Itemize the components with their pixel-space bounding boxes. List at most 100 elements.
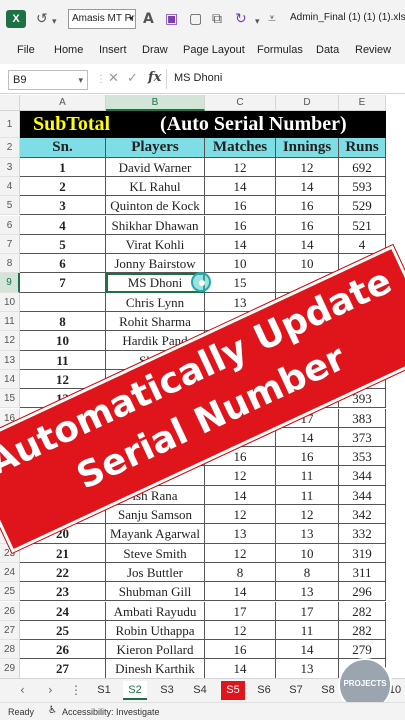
serial-cell[interactable]: 6 bbox=[20, 254, 106, 274]
data-cell[interactable]: Chris Lynn bbox=[106, 292, 205, 312]
row-header[interactable]: 7 bbox=[0, 234, 20, 255]
row-header[interactable]: 24 bbox=[0, 562, 20, 583]
row-header[interactable]: 26 bbox=[0, 601, 20, 621]
tab-page-layout[interactable]: Page Layout bbox=[183, 44, 245, 56]
row-header[interactable]: 13 bbox=[0, 350, 20, 370]
copy-icon[interactable]: ⧉ bbox=[212, 11, 222, 27]
serial-cell[interactable]: 11 bbox=[20, 350, 106, 370]
data-cell[interactable]: 12 bbox=[205, 466, 276, 486]
data-cell[interactable]: 383 bbox=[339, 408, 386, 428]
data-cell[interactable]: 13 bbox=[276, 582, 339, 602]
serial-cell[interactable]: 1 bbox=[20, 157, 106, 177]
sheet-tab-s7[interactable]: S7 bbox=[284, 681, 308, 700]
row-header[interactable]: 4 bbox=[0, 176, 20, 197]
data-cell[interactable]: 8 bbox=[205, 562, 276, 583]
data-cell[interactable]: Virat Kohli bbox=[106, 234, 205, 255]
data-cell[interactable]: 279 bbox=[339, 640, 386, 660]
data-cell[interactable]: 14 bbox=[205, 659, 276, 678]
data-cell[interactable]: 11 bbox=[276, 485, 339, 505]
row-header[interactable]: 12 bbox=[0, 331, 20, 351]
undo-icon[interactable]: ↺ bbox=[36, 11, 48, 27]
data-cell[interactable]: 342 bbox=[339, 505, 386, 525]
row-header[interactable]: 25 bbox=[0, 582, 20, 602]
data-cell[interactable]: Steve Smith bbox=[106, 543, 205, 563]
column-header-e[interactable]: E bbox=[339, 95, 386, 111]
tab-draw[interactable]: Draw bbox=[142, 44, 168, 56]
serial-cell[interactable]: 3 bbox=[20, 196, 106, 216]
serial-cell[interactable]: 5 bbox=[20, 234, 106, 255]
data-cell[interactable]: 16 bbox=[276, 196, 339, 216]
data-cell[interactable]: 353 bbox=[339, 447, 386, 467]
data-cell[interactable]: 13 bbox=[205, 524, 276, 544]
tab-insert[interactable]: Insert bbox=[99, 44, 127, 56]
data-cell[interactable]: 12 bbox=[205, 543, 276, 563]
row-header[interactable]: 9 bbox=[0, 273, 20, 293]
data-cell[interactable]: Jonny Bairstow bbox=[106, 254, 205, 274]
sheet-tab-s4[interactable]: S4 bbox=[188, 681, 212, 700]
data-cell[interactable]: Dinesh Karthik bbox=[106, 659, 205, 678]
sheet-tab-s3[interactable]: S3 bbox=[155, 681, 179, 700]
data-cell[interactable]: 16 bbox=[276, 215, 339, 235]
sheet-tab-s6[interactable]: S6 bbox=[252, 681, 276, 700]
row-header[interactable]: 10 bbox=[0, 292, 20, 312]
data-cell[interactable]: 14 bbox=[205, 234, 276, 255]
serial-cell[interactable]: 10 bbox=[20, 331, 106, 351]
data-cell[interactable]: David Warner bbox=[106, 157, 205, 177]
cancel-icon[interactable]: ✕ bbox=[108, 71, 119, 86]
data-cell[interactable]: 12 bbox=[205, 157, 276, 177]
data-cell[interactable]: 14 bbox=[276, 427, 339, 448]
tab-file[interactable]: File bbox=[17, 44, 35, 56]
row-header[interactable]: 14 bbox=[0, 369, 20, 390]
font-size-icon[interactable]: A bbox=[143, 11, 154, 27]
tab-home[interactable]: Home bbox=[54, 44, 83, 56]
data-cell[interactable]: 344 bbox=[339, 485, 386, 505]
select-all-corner[interactable] bbox=[0, 95, 20, 111]
column-header-c[interactable]: C bbox=[205, 95, 276, 111]
data-cell[interactable]: 12 bbox=[276, 157, 339, 177]
row-header[interactable]: 29 bbox=[0, 659, 20, 678]
tab-formulas[interactable]: Formulas bbox=[257, 44, 303, 56]
data-cell[interactable]: 692 bbox=[339, 157, 386, 177]
data-cell[interactable]: 282 bbox=[339, 620, 386, 641]
sheet-tab-s2[interactable]: S2 bbox=[123, 681, 147, 700]
data-cell[interactable]: 15 bbox=[205, 273, 276, 293]
data-cell[interactable]: 13 bbox=[276, 659, 339, 678]
serial-cell[interactable]: 24 bbox=[20, 601, 106, 621]
data-cell[interactable]: 12 bbox=[276, 505, 339, 525]
data-cell[interactable]: 11 bbox=[276, 620, 339, 641]
data-cell[interactable]: 16 bbox=[205, 640, 276, 660]
data-cell[interactable]: Jos Buttler bbox=[106, 562, 205, 583]
row-header[interactable]: 8 bbox=[0, 254, 20, 274]
data-cell[interactable]: 529 bbox=[339, 196, 386, 216]
data-cell[interactable]: 10 bbox=[205, 254, 276, 274]
serial-cell[interactable]: 2 bbox=[20, 176, 106, 197]
save-icon[interactable]: ▣ bbox=[165, 11, 178, 27]
insert-function-icon[interactable]: fx bbox=[148, 70, 161, 85]
data-cell[interactable]: 16 bbox=[276, 447, 339, 467]
data-cell[interactable]: 344 bbox=[339, 466, 386, 486]
data-cell[interactable]: 311 bbox=[339, 562, 386, 583]
sheet-tab-s5[interactable]: S5 bbox=[221, 681, 245, 700]
row-header[interactable]: 11 bbox=[0, 312, 20, 332]
redo-icon[interactable]: ↻ bbox=[235, 11, 247, 27]
confirm-icon[interactable]: ✓ bbox=[127, 71, 138, 86]
sheet-tab-s8[interactable]: S8 bbox=[316, 681, 340, 700]
serial-cell[interactable]: 7 bbox=[20, 273, 106, 293]
serial-cell[interactable]: 25 bbox=[20, 620, 106, 641]
sheet-title-banner[interactable]: SubTotal (Auto Serial Number) bbox=[20, 111, 386, 138]
name-box[interactable]: B9 ▾ bbox=[8, 70, 88, 90]
row-header[interactable]: 27 bbox=[0, 620, 20, 641]
serial-cell[interactable]: 27 bbox=[20, 659, 106, 678]
data-cell[interactable]: Robin Uthappa bbox=[106, 620, 205, 641]
more-dropdown-icon[interactable]: ▾ bbox=[255, 14, 260, 30]
data-cell[interactable]: 282 bbox=[339, 601, 386, 621]
data-cell[interactable]: 332 bbox=[339, 524, 386, 544]
data-cell[interactable]: 8 bbox=[276, 562, 339, 583]
row-header[interactable]: 1 bbox=[0, 111, 20, 139]
tab-review[interactable]: Review bbox=[355, 44, 391, 56]
serial-cell[interactable]: 8 bbox=[20, 312, 106, 332]
data-cell[interactable]: 296 bbox=[339, 582, 386, 602]
data-cell[interactable]: 16 bbox=[205, 215, 276, 235]
data-cell[interactable]: 373 bbox=[339, 427, 386, 448]
data-cell[interactable]: 12 bbox=[205, 505, 276, 525]
